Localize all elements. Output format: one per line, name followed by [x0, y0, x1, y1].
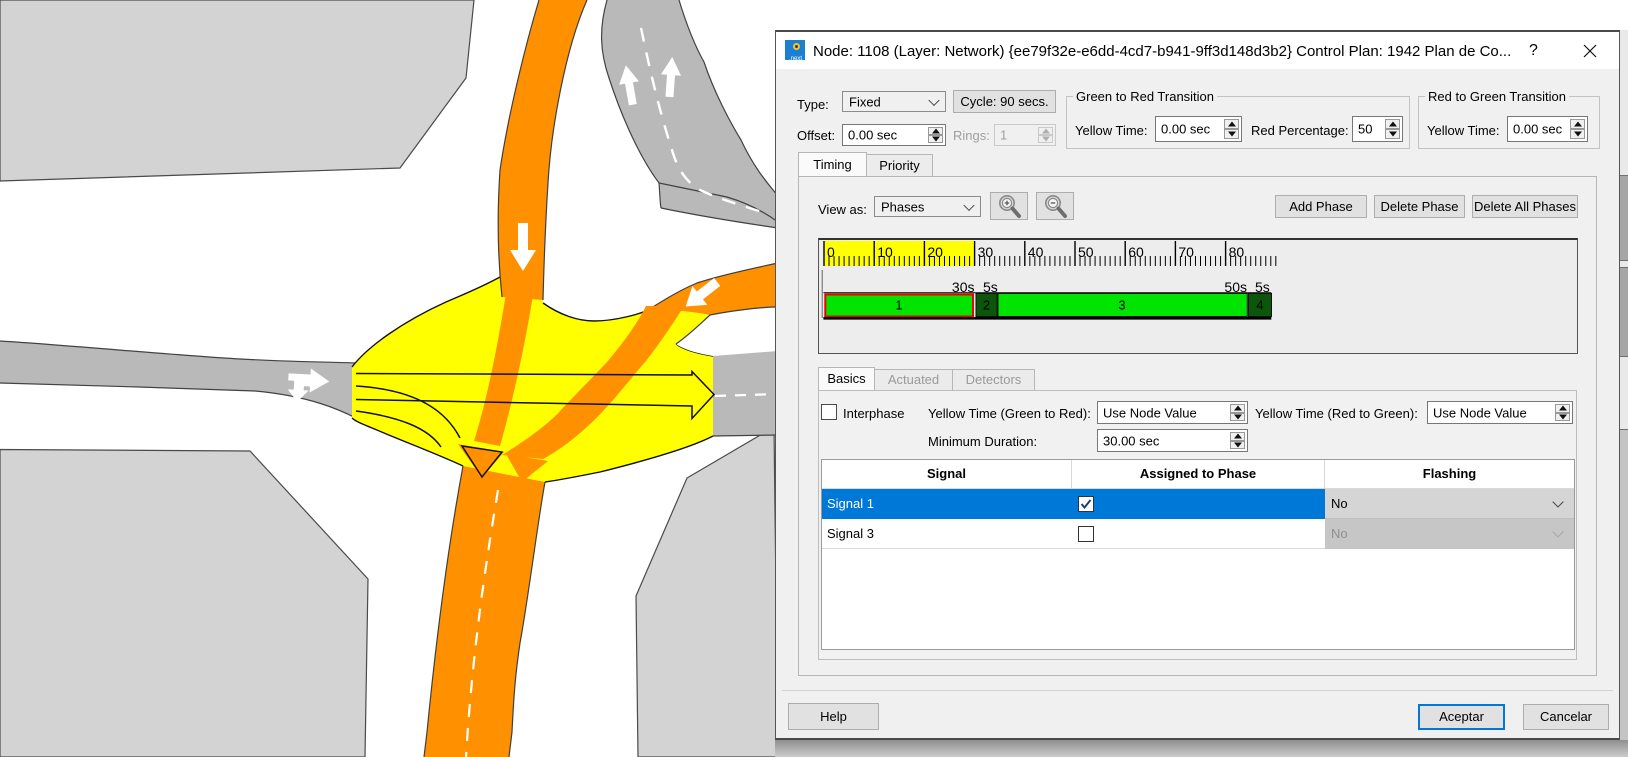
svg-text:80: 80: [1229, 244, 1245, 260]
svg-text:2: 2: [983, 298, 990, 313]
svg-text:0: 0: [827, 244, 835, 260]
svg-text:60: 60: [1128, 244, 1144, 260]
svg-text:30: 30: [978, 244, 994, 260]
svg-text:70: 70: [1178, 244, 1194, 260]
svg-text:3: 3: [1118, 298, 1125, 313]
svg-text:4: 4: [1256, 298, 1263, 313]
svg-text:50: 50: [1078, 244, 1094, 260]
svg-text:40: 40: [1028, 244, 1044, 260]
svg-text:20: 20: [927, 244, 943, 260]
svg-text:10: 10: [877, 244, 893, 260]
svg-text:1: 1: [895, 298, 902, 313]
